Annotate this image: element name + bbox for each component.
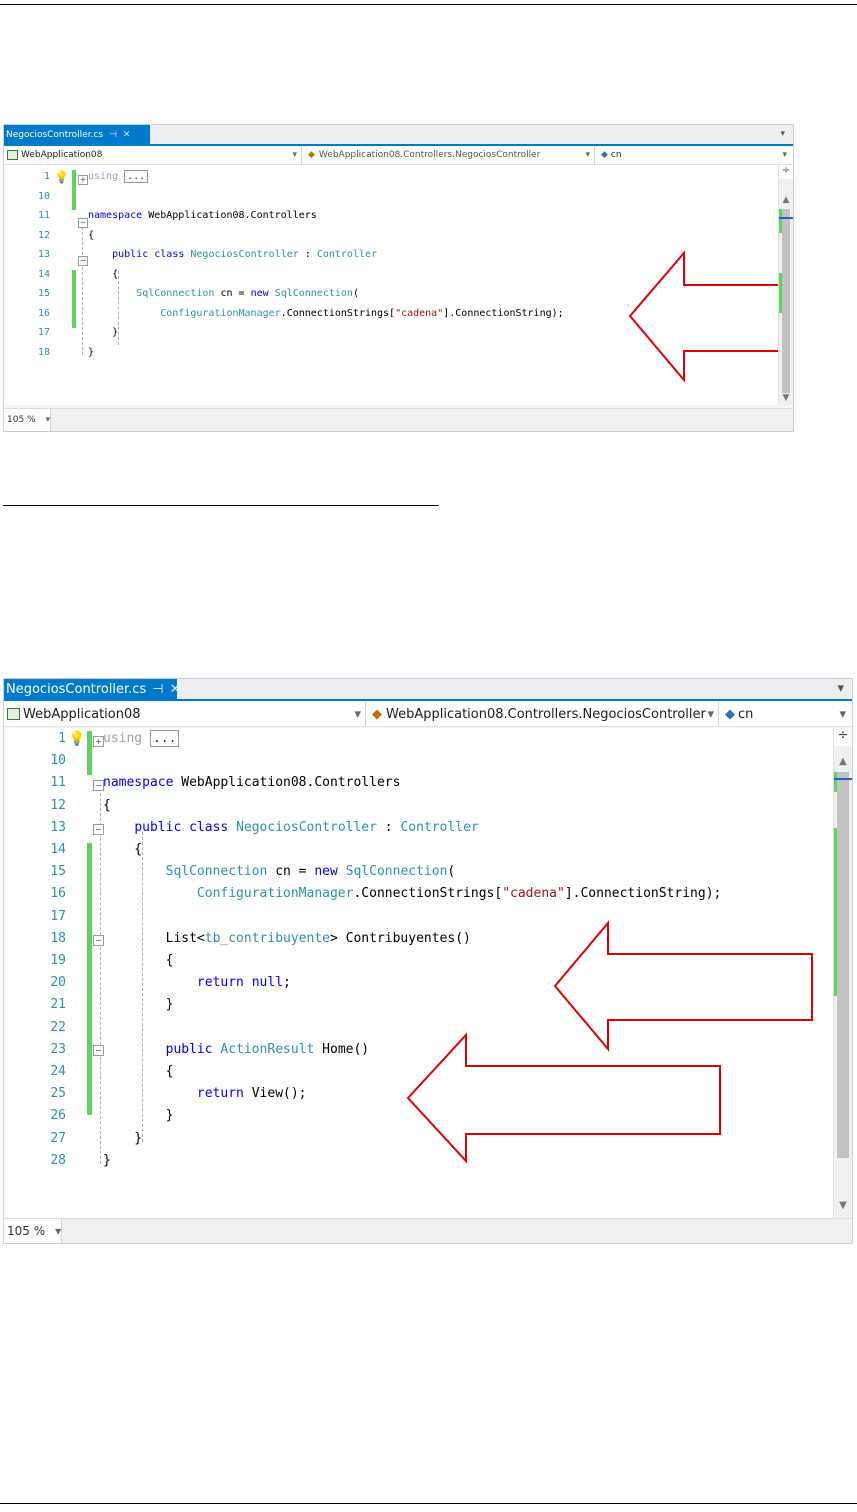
scroll-caret-marker	[779, 217, 793, 219]
code-area[interactable]: + − − − − 💡 1 using ... 10 11 namespace WebA…	[4, 728, 852, 1219]
code-area[interactable]: + − − 💡 1 using ... 10 11 namespace WebAppli…	[4, 165, 793, 405]
zoom-control[interactable]: 105 % ▾	[4, 409, 52, 431]
scroll-change-marker	[834, 772, 837, 792]
project-name: WebApplication08	[21, 150, 103, 160]
scroll-up-icon[interactable]: ▲	[779, 195, 793, 205]
navigation-bar: WebApplication08 ▾ ◆ WebApplication08.Co…	[4, 146, 793, 165]
scroll-down-icon[interactable]: ▼	[779, 393, 793, 403]
class-dropdown[interactable]: ◆ WebApplication08.Controllers.NegociosC…	[366, 702, 719, 726]
tab-negocioscontroller[interactable]: NegociosController.cs ⊣ ✕	[4, 125, 150, 144]
chevron-down-icon[interactable]: ▾	[837, 679, 844, 699]
red-arrow-annotation	[628, 250, 793, 383]
close-icon[interactable]: ✕	[170, 682, 181, 697]
zoom-control[interactable]: 105 % ▾	[4, 1219, 63, 1243]
chevron-down-icon: ▾	[585, 150, 590, 160]
page-top-rule	[0, 4, 857, 5]
tab-filename: NegociosController.cs	[6, 129, 104, 140]
class-icon: ◆	[308, 150, 315, 160]
tab-filename: NegociosController.cs	[6, 681, 147, 697]
code-editor-window-2: NegociosController.cs ⊣ ✕ ▾ WebApplicati…	[3, 678, 853, 1244]
scroll-caret-marker	[834, 778, 852, 780]
code-editor-window-1: NegociosController.cs ⊣ ✕ ▾ WebApplicati…	[3, 124, 794, 432]
chevron-down-icon: ▾	[45, 415, 51, 425]
split-icon[interactable]: ÷	[834, 728, 852, 746]
member-dropdown[interactable]: ◆ cn ▾	[595, 146, 791, 164]
member-name: cn	[738, 706, 754, 722]
close-icon[interactable]: ✕	[123, 130, 131, 140]
project-icon	[7, 708, 20, 720]
tab-negocioscontroller[interactable]: NegociosController.cs ⊣ ✕	[4, 679, 180, 699]
chevron-down-icon: ▾	[782, 150, 787, 160]
split-icon[interactable]: ÷	[779, 165, 793, 179]
tab-strip: NegociosController.cs ⊣ ✕ ▾	[4, 125, 793, 146]
chevron-down-icon: ▾	[839, 706, 846, 722]
class-dropdown[interactable]: ◆ WebApplication08.Controllers.NegociosC…	[302, 146, 595, 164]
scroll-change-marker	[779, 209, 782, 233]
navigation-bar: WebApplication08 ▾ ◆ WebApplication08.Co…	[4, 702, 852, 727]
page-bottom-rule	[0, 1503, 857, 1504]
scroll-up-icon[interactable]: ▲	[834, 756, 852, 767]
member-dropdown[interactable]: ◆ cn ▾	[719, 702, 850, 726]
zoom-level: 105 %	[7, 415, 36, 425]
blank-underline	[3, 505, 439, 506]
project-icon	[7, 150, 18, 160]
pin-icon[interactable]: ⊣	[152, 682, 163, 697]
field-icon: ◆	[601, 150, 608, 160]
status-bar: 105 % ▾	[4, 408, 793, 431]
class-name: WebApplication08.Controllers.NegociosCon…	[318, 150, 541, 160]
chevron-down-icon[interactable]: ▾	[780, 125, 785, 144]
member-name: cn	[610, 150, 622, 160]
chevron-down-icon: ▾	[354, 706, 361, 722]
project-dropdown[interactable]: WebApplication08 ▾	[4, 146, 302, 164]
red-arrow-annotation	[406, 920, 813, 1164]
chevron-down-icon: ▾	[292, 150, 297, 160]
vertical-scrollbar[interactable]: ÷ ▲ ▼	[778, 165, 793, 405]
class-icon: ◆	[372, 706, 382, 722]
scrollbar-thumb[interactable]	[837, 772, 849, 1158]
chevron-down-icon: ▾	[707, 706, 714, 722]
project-name: WebApplication08	[23, 706, 141, 722]
zoom-level: 105 %	[7, 1224, 46, 1238]
field-icon: ◆	[725, 706, 735, 722]
tab-strip: NegociosController.cs ⊣ ✕ ▾	[4, 679, 852, 701]
status-bar: 105 % ▾	[4, 1218, 852, 1243]
scroll-change-marker	[834, 828, 837, 996]
scrollbar-thumb[interactable]	[782, 209, 790, 393]
chevron-down-icon: ▾	[55, 1224, 62, 1238]
pin-icon[interactable]: ⊣	[109, 130, 117, 140]
scroll-down-icon[interactable]: ▼	[834, 1200, 852, 1211]
scroll-change-marker	[779, 273, 782, 313]
project-dropdown[interactable]: WebApplication08 ▾	[4, 702, 366, 726]
vertical-scrollbar[interactable]: ÷ ▲ ▼	[833, 728, 852, 1219]
class-name: WebApplication08.Controllers.NegociosCon…	[386, 706, 706, 722]
